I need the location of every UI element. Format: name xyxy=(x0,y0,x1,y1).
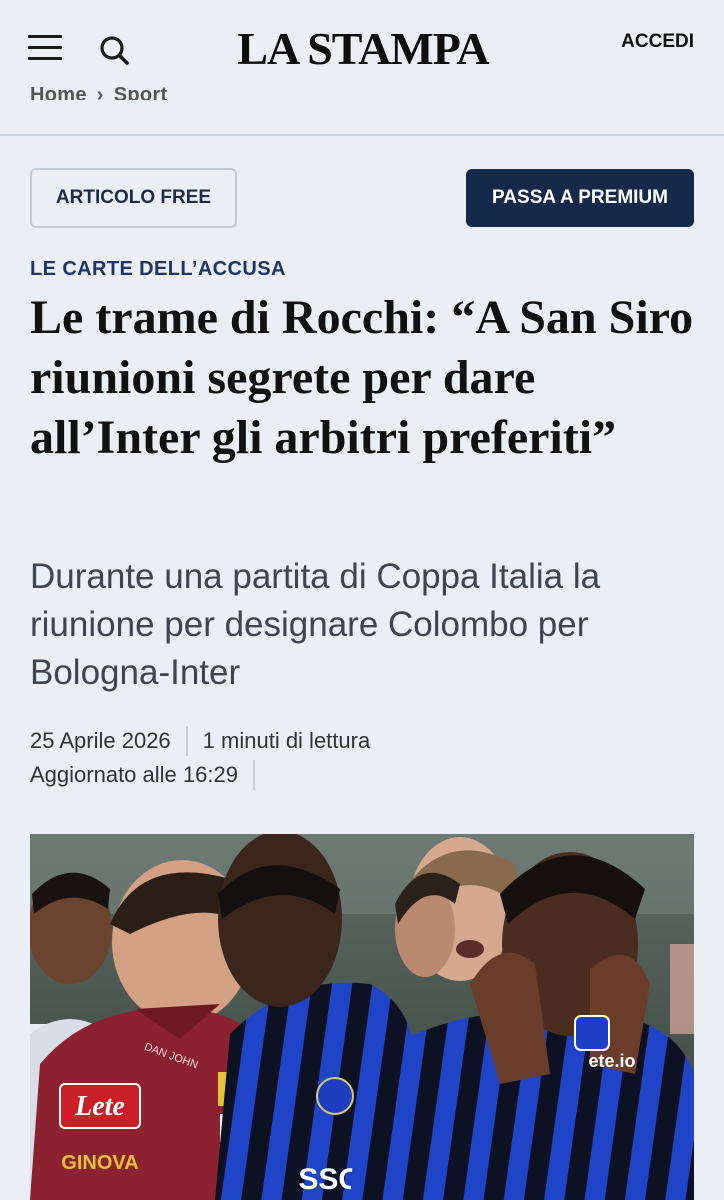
article-kicker[interactable]: LE CARTE DELL’ACCUSA xyxy=(30,258,286,281)
hamburger-menu-icon[interactable] xyxy=(28,35,62,63)
article-subtitle: Durante una partita di Coppa Italia la r… xyxy=(30,557,601,692)
divider xyxy=(0,134,724,136)
article-headline: Le trame di Rocchi: “A San Siro riunioni… xyxy=(30,291,694,464)
reading-time: 1 minuti di lettura xyxy=(202,728,371,753)
meta-divider xyxy=(252,760,255,790)
search-icon[interactable] xyxy=(97,33,131,67)
updated-time: Aggiornato alle 16:29 xyxy=(30,762,238,787)
breadcrumb: Home › Sport xyxy=(0,86,724,134)
sponsor-badge xyxy=(574,1015,610,1051)
breadcrumb-overlay xyxy=(0,100,724,130)
login-button[interactable]: ACCEDI xyxy=(621,31,694,53)
free-article-badge: ARTICOLO FREE xyxy=(30,168,237,228)
article-photo[interactable]: Lete GINOVA DAN JOHN SSO ete.io xyxy=(30,834,694,1200)
photo-illustration: Lete GINOVA DAN JOHN SSO ete.io xyxy=(30,834,694,1200)
lete-text: Lete xyxy=(74,1091,125,1122)
site-logo[interactable]: LA STAMPA xyxy=(198,24,528,74)
betsson-text: ete.io xyxy=(588,1051,635,1071)
inter-badge xyxy=(316,1077,354,1115)
meta-divider xyxy=(185,726,188,756)
ginova-text: GINOVA xyxy=(61,1152,138,1174)
publish-date: 25 Aprile 2026 xyxy=(30,728,171,753)
premium-button[interactable]: PASSA A PREMIUM xyxy=(466,169,694,227)
article-meta: 25 Aprile 2026 1 minuti di lettura Aggio… xyxy=(30,724,370,792)
top-bar: LA STAMPA ACCEDI xyxy=(0,0,724,100)
